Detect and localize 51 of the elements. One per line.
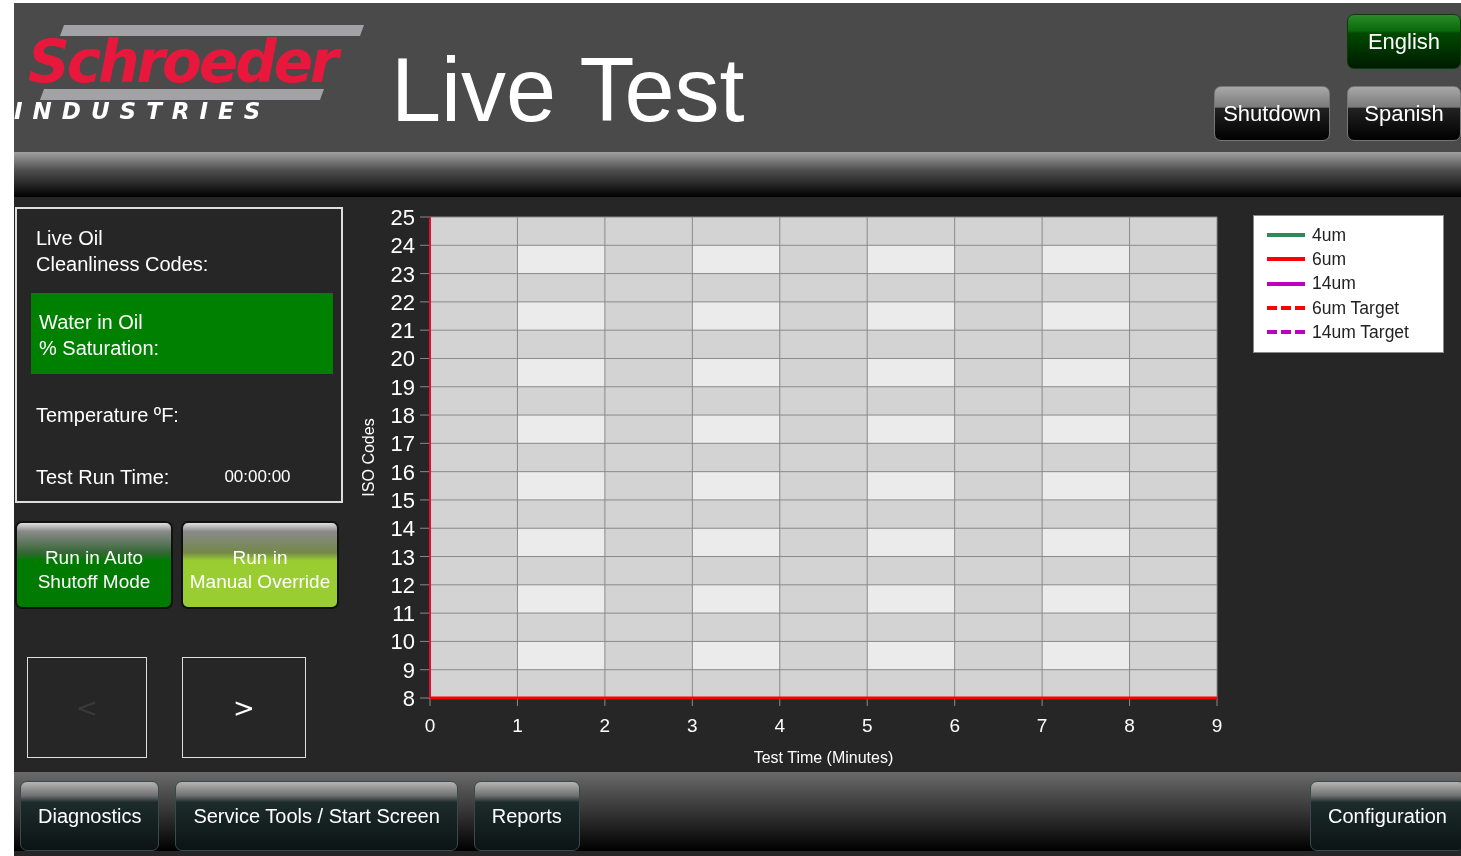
footer-nav-button[interactable]: Configuration [1310,781,1461,851]
reading-label: Temperature ºF: [35,403,180,428]
x-tick-label: 1 [512,715,523,736]
y-tick-label: 8 [402,686,415,711]
reading-value: 00:00:00 [224,467,291,487]
legend-label: 14um [1312,273,1356,295]
reading-label: Live Oil Cleanliness Codes: [35,226,210,277]
footer-nav-button[interactable]: Service Tools / Start Screen [175,781,458,851]
y-tick-label: 16 [390,459,415,485]
x-tick-label: 9 [1211,715,1223,736]
y-tick-label: 23 [390,261,415,287]
shutdown-button[interactable]: Shutdown [1214,86,1330,141]
footer-nav-button[interactable]: Reports [473,781,580,851]
y-tick-label: 25 [390,205,415,230]
y-tick-label: 12 [390,572,415,598]
y-tick-label: 13 [390,544,415,570]
x-tick-label: 3 [687,715,698,736]
y-tick-label: 11 [392,601,415,627]
run-mode-button[interactable]: Run in Auto Shutoff Mode [15,521,173,609]
y-axis-title: ISO Codes [360,418,377,497]
legend-label: 4um [1312,224,1347,246]
y-tick-label: 20 [390,346,415,372]
y-tick-label: 22 [390,289,415,315]
logo-tagline: INDUSTRIES [14,98,271,124]
x-tick-label: 2 [599,715,611,736]
legend-label: 14um Target [1312,321,1409,343]
y-tick-label: 18 [390,403,415,429]
footer-nav-button[interactable]: Diagnostics [20,781,160,851]
language-button[interactable]: English [1347,14,1461,69]
x-tick-label: 6 [949,715,960,736]
next-button[interactable]: > [182,657,306,758]
y-tick-label: 24 [390,233,415,259]
reading-highlight: Water in Oil % Saturation: [31,293,333,374]
y-tick-label: 10 [390,629,415,655]
x-tick-label: 0 [424,715,436,736]
legend-label: 6um Target [1312,297,1400,319]
x-tick-label: 4 [774,715,786,736]
x-tick-label: 8 [1124,715,1135,736]
legend-label: 6um [1312,248,1347,270]
reading-label: Test Run Time: [35,465,171,490]
y-tick-label: 9 [402,657,415,683]
y-tick-label: 21 [390,318,415,344]
y-tick-label: 19 [390,374,415,400]
language-button[interactable]: Spanish [1347,86,1461,141]
y-tick-label: 17 [390,431,415,457]
x-tick-label: 7 [1036,715,1048,736]
y-tick-label: 14 [390,516,415,542]
x-tick-label: 5 [861,715,873,736]
x-axis-title: Test Time (Minutes) [753,749,894,766]
y-tick-label: 15 [390,487,415,513]
page-title: Live Test [391,45,745,135]
